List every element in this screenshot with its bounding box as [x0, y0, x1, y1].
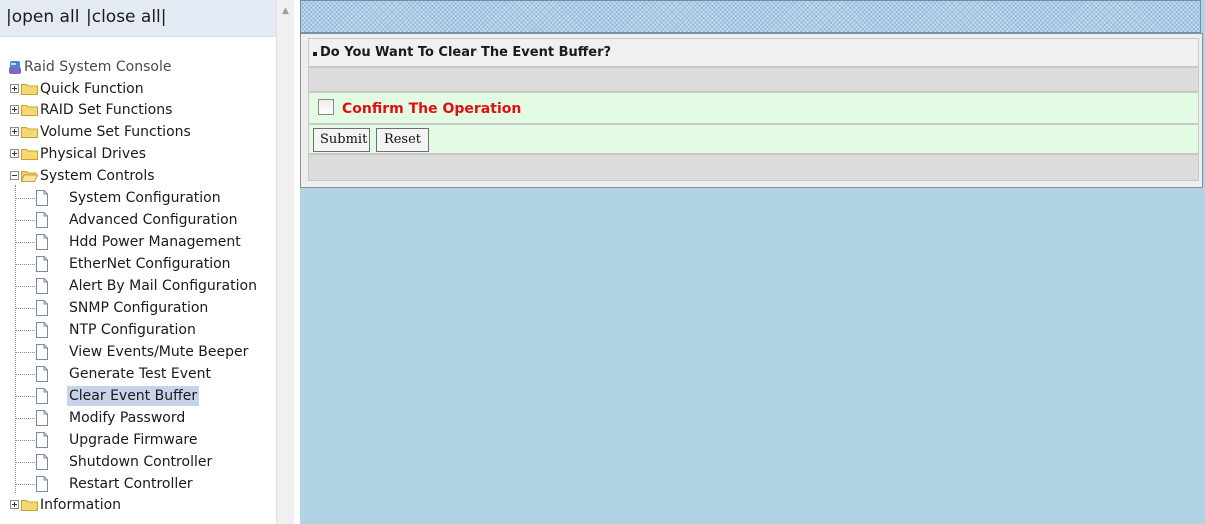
tree-folder-label: System Controls — [40, 168, 155, 184]
tree-folder-label: Quick Function — [40, 81, 144, 97]
tree-item-label: View Events/Mute Beeper — [69, 344, 249, 360]
tree-root-label: Raid System Console — [24, 59, 172, 75]
button-row: Submit Reset — [308, 124, 1199, 154]
form-spacer-row — [308, 67, 1199, 92]
expander-icon[interactable] — [10, 500, 19, 509]
page-icon — [36, 476, 48, 492]
tree-connector — [15, 220, 35, 221]
tree-item-label: SNMP Configuration — [69, 300, 209, 316]
page-icon — [36, 322, 48, 338]
tree-connector — [15, 396, 35, 397]
page-icon — [36, 300, 48, 316]
tree-connector — [15, 352, 35, 353]
tree-item-label: Alert By Mail Configuration — [69, 278, 257, 294]
form-footer-row — [308, 154, 1199, 181]
form-title: Do You Want To Clear The Event Buffer? — [320, 45, 612, 60]
folder-icon — [21, 127, 38, 138]
tree-item-label: NTP Configuration — [69, 322, 196, 338]
confirm-checkbox[interactable] — [318, 99, 334, 115]
raid-console-icon — [9, 61, 21, 74]
page-icon — [36, 190, 48, 206]
confirm-label: Confirm The Operation — [342, 101, 522, 117]
tree-connector — [15, 185, 16, 493]
tree-item-label: EtherNet Configuration — [69, 256, 231, 272]
page-icon — [36, 212, 48, 228]
tree-connector — [15, 484, 35, 485]
page-icon — [36, 388, 48, 404]
tree-item-label: Restart Controller — [69, 476, 193, 492]
tree-connector — [15, 330, 35, 331]
tree-connector — [15, 308, 35, 309]
tree-connector — [15, 374, 35, 375]
folder-icon — [21, 105, 38, 116]
tree-item-label: Modify Password — [69, 410, 186, 426]
expander-icon[interactable] — [10, 149, 19, 158]
tree-folder-label: RAID Set Functions — [40, 102, 173, 118]
tree-connector — [15, 198, 35, 199]
tree-folder-label: Volume Set Functions — [40, 124, 191, 140]
expander-icon[interactable] — [10, 84, 19, 93]
page-icon — [36, 454, 48, 470]
tree-connector — [15, 264, 35, 265]
page-icon — [36, 278, 48, 294]
tree-item-label: System Configuration — [69, 190, 221, 206]
page-icon — [36, 234, 48, 250]
tree-folder-label: Physical Drives — [40, 146, 147, 162]
clear-event-buffer-form: Do You Want To Clear The Event Buffer? C… — [300, 33, 1203, 188]
page-icon — [36, 256, 48, 272]
tree-connector — [15, 462, 35, 463]
tree-item-label: Advanced Configuration — [69, 212, 238, 228]
scroll-up-arrow-icon[interactable]: ▲ — [277, 4, 294, 18]
tree-connector — [15, 440, 35, 441]
page-icon — [36, 432, 48, 448]
folder-icon — [21, 84, 38, 95]
page-icon — [36, 344, 48, 360]
tree-connector — [15, 286, 35, 287]
page-icon — [36, 366, 48, 382]
content-frame: Do You Want To Clear The Event Buffer? C… — [300, 0, 1205, 524]
tree-item-label: Upgrade Firmware — [69, 432, 198, 448]
submit-button[interactable]: Submit — [313, 128, 370, 152]
tree-connector — [15, 418, 35, 419]
confirm-row: Confirm The Operation — [308, 92, 1199, 124]
tree-item-label: Clear Event Buffer — [67, 386, 200, 406]
navigation-tree-frame: |open all |close all| Raid System Consol… — [0, 0, 294, 524]
content-header-pattern — [300, 0, 1201, 33]
tree-item-label: Generate Test Event — [69, 366, 211, 382]
form-title-row: Do You Want To Clear The Event Buffer? — [308, 38, 1199, 67]
page-icon — [36, 410, 48, 426]
tree-connector — [15, 242, 35, 243]
close-all-link[interactable]: |close all| — [86, 7, 167, 27]
tree-folder-label: Information — [40, 497, 122, 513]
expander-icon[interactable] — [10, 127, 19, 136]
tree-item-label: Shutdown Controller — [69, 454, 213, 470]
folder-icon — [21, 149, 38, 160]
tree-item-label: Hdd Power Management — [69, 234, 241, 250]
expander-icon[interactable] — [10, 105, 19, 114]
expander-icon[interactable] — [10, 171, 19, 180]
folder-open-icon — [21, 171, 38, 182]
bullet-icon — [313, 52, 317, 56]
tree-toolbar: |open all |close all| — [0, 0, 276, 37]
open-all-link[interactable]: |open all — [6, 7, 79, 27]
folder-icon — [21, 500, 38, 511]
tree-scrollbar[interactable]: ▲ — [276, 0, 294, 524]
reset-button[interactable]: Reset — [376, 128, 429, 152]
